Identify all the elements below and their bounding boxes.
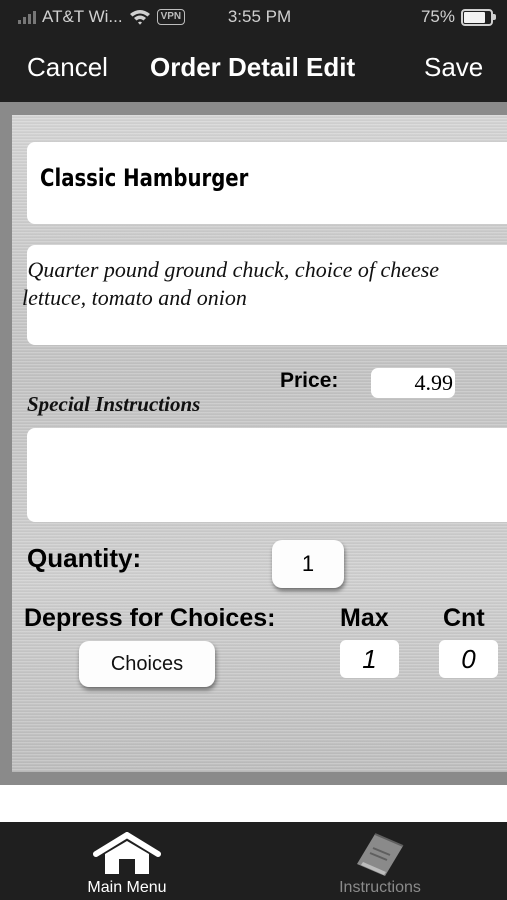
- price-label: Price:: [280, 369, 339, 392]
- tab-instructions-label: Instructions: [339, 879, 421, 896]
- status-time: 3:55 PM: [227, 7, 292, 26]
- item-name: Classic Hamburger: [40, 164, 249, 192]
- save-button[interactable]: Save: [424, 52, 483, 83]
- page-title: Order Detail Edit: [150, 52, 356, 82]
- price-field: 4.99: [371, 368, 455, 398]
- cnt-value-field: 0: [439, 640, 498, 678]
- tab-instructions[interactable]: Instructions: [320, 822, 440, 900]
- item-description: Quarter pound ground chuck, choice of ch…: [22, 257, 440, 310]
- tab-bar: Main Menu Instructions: [0, 822, 507, 900]
- special-instructions-input[interactable]: [27, 428, 507, 522]
- max-value-field: 1: [340, 640, 399, 678]
- status-right: 75%: [420, 7, 496, 27]
- tab-main-menu[interactable]: Main Menu: [60, 822, 194, 900]
- cancel-button[interactable]: Cancel: [27, 52, 108, 83]
- battery-level-fill: [464, 11, 485, 23]
- choices-label: Depress for Choices:: [24, 604, 276, 632]
- home-icon: [93, 832, 161, 874]
- quantity-button[interactable]: 1: [272, 540, 344, 588]
- special-instructions-label: Special Instructions: [27, 392, 201, 416]
- choices-button[interactable]: Choices: [79, 641, 215, 687]
- quantity-label: Quantity:: [27, 543, 142, 573]
- tab-main-menu-label: Main Menu: [87, 879, 167, 896]
- battery-percent: 75%: [420, 7, 455, 26]
- battery-tip: [493, 13, 496, 20]
- navigation-bar: Cancel Order Detail Edit Save: [0, 34, 507, 102]
- battery-icon: [461, 8, 496, 26]
- book-icon: [357, 833, 404, 876]
- max-label: Max: [340, 604, 389, 632]
- cnt-label: Cnt: [443, 604, 485, 632]
- status-bar: AT&T Wi... VPN 3:55 PM 75%: [0, 0, 507, 34]
